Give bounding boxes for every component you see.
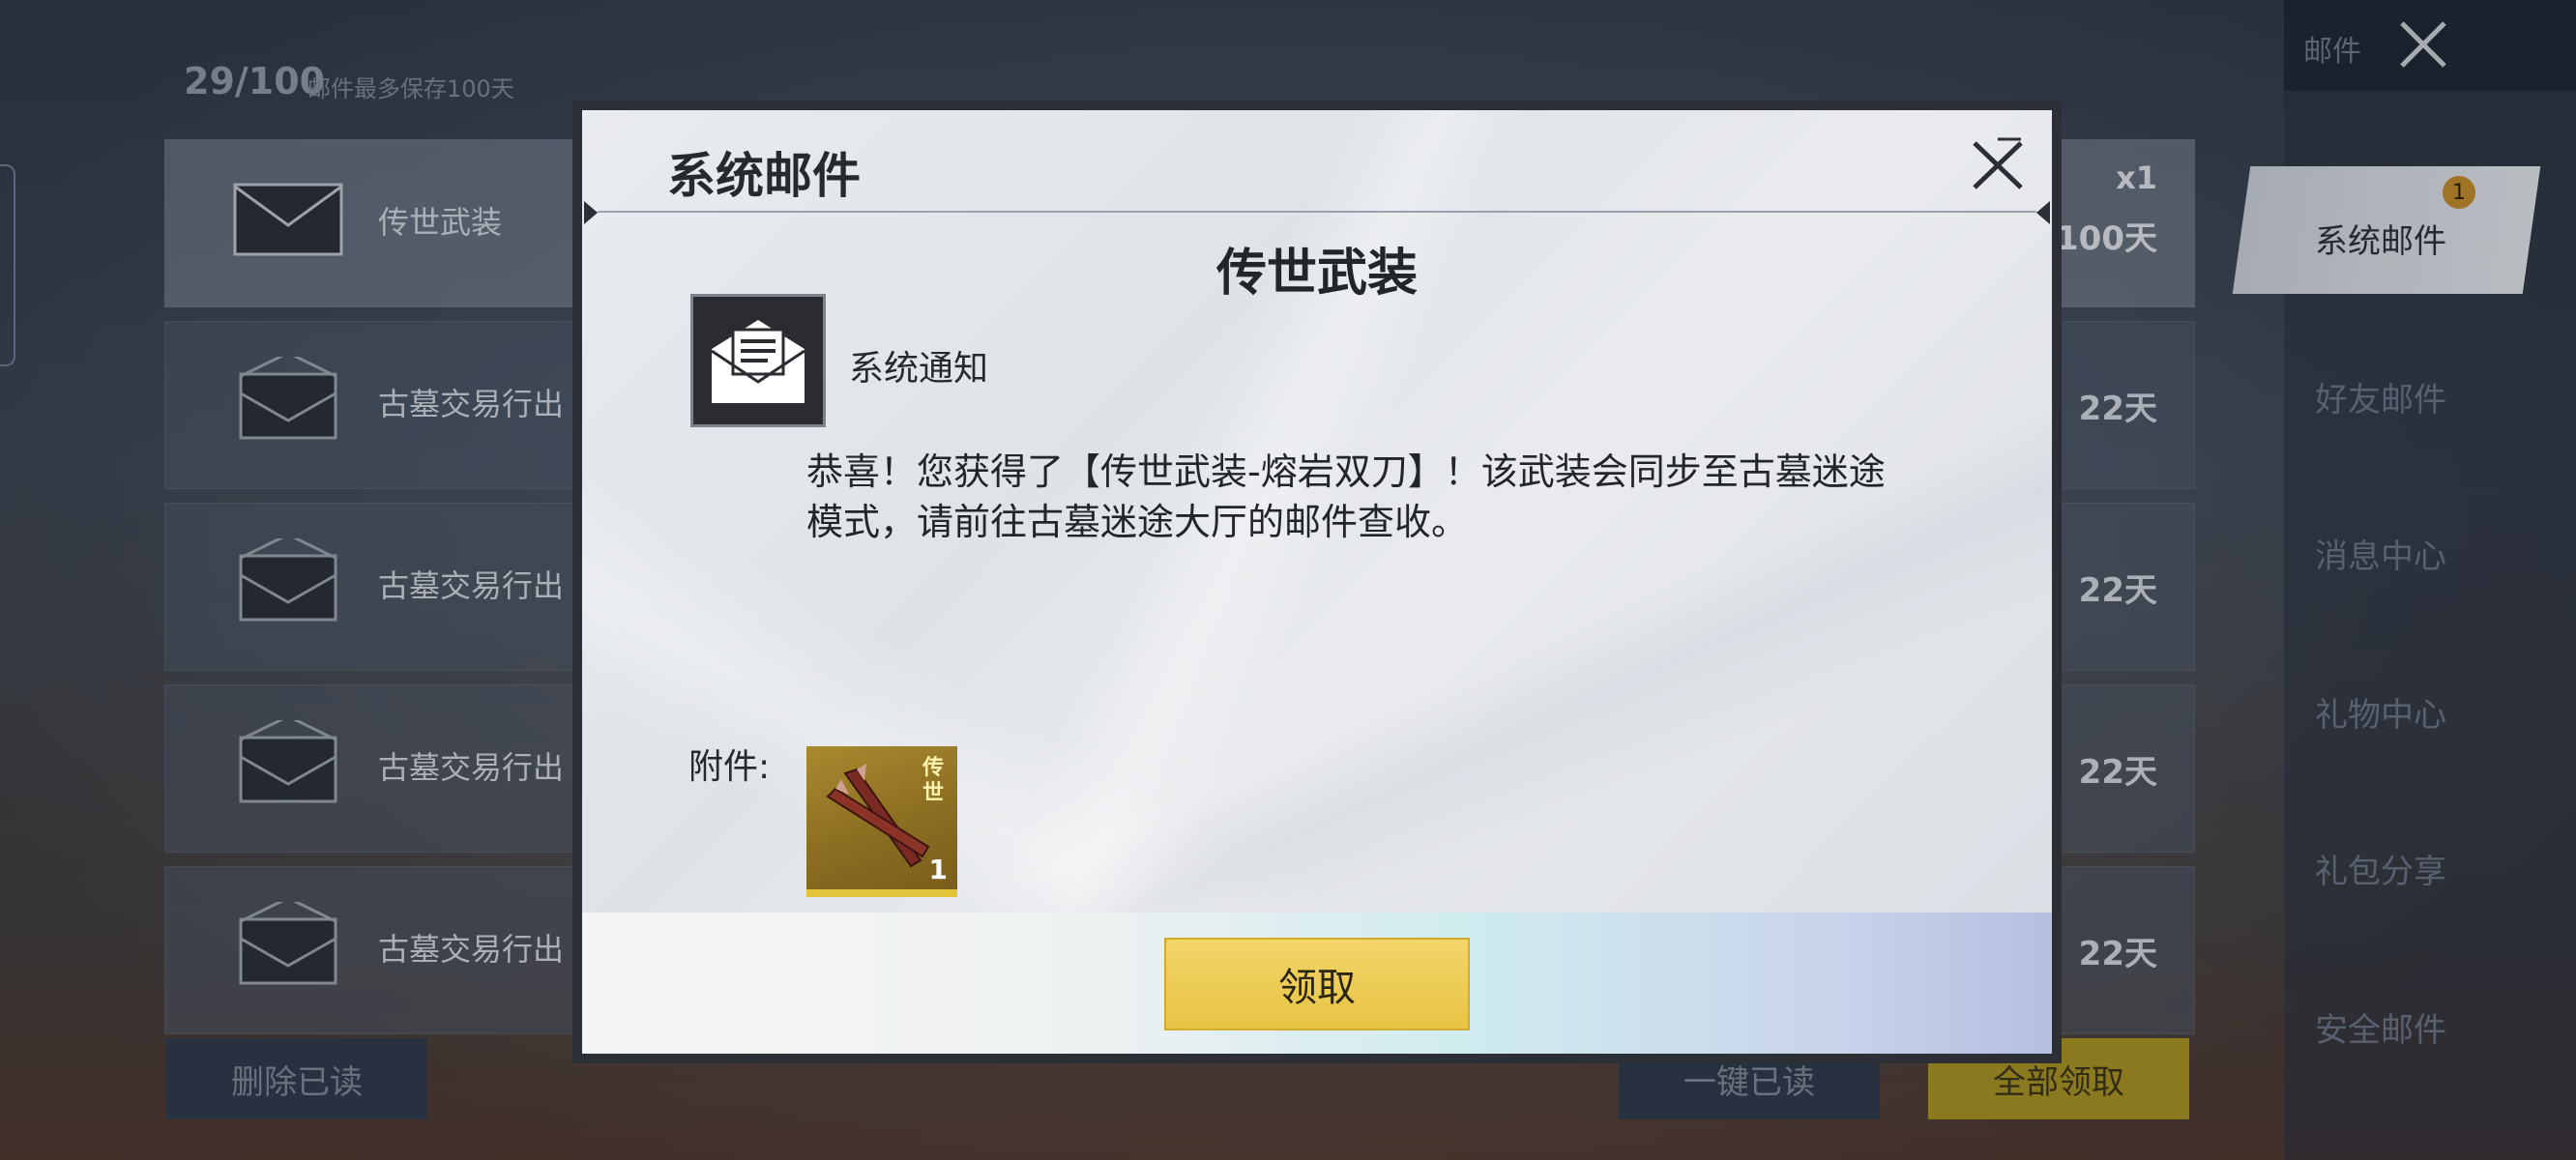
attachment-label: 附件: xyxy=(688,747,771,787)
close-icon[interactable] xyxy=(1969,135,2027,193)
attachment-item[interactable]: 传世 1 xyxy=(806,746,957,897)
header-notch xyxy=(2036,201,2050,224)
mail-detail-panel: 系统邮件 传世武装 系统通知 恭喜！您获得了【传世武装-熔岩双刀】！该武装会同步… xyxy=(582,110,2052,1054)
mail-notification-icon xyxy=(711,320,805,403)
mail-body-line: 恭喜！您获得了【传世武装-熔岩双刀】！该武装会同步至古墓迷途 xyxy=(806,450,1886,493)
dialog-title: 系统邮件 xyxy=(667,148,861,204)
sender-avatar xyxy=(690,294,826,427)
header-notch xyxy=(584,201,598,224)
legendary-tag: 传世 xyxy=(922,756,944,805)
claim-button[interactable]: 领取 xyxy=(1164,938,1470,1030)
header-divider xyxy=(598,211,2036,213)
mail-body: 恭喜！您获得了【传世武装-熔岩双刀】！该武装会同步至古墓迷途 模式，请前往古墓迷… xyxy=(806,447,1996,547)
attachment-quantity: 1 xyxy=(928,854,948,885)
mail-body-line: 模式，请前往古墓迷途大厅的邮件查收。 xyxy=(806,501,1469,543)
mail-detail-dialog: 系统邮件 传世武装 系统通知 恭喜！您获得了【传世武装-熔岩双刀】！该武装会同步… xyxy=(572,101,2062,1063)
sender-name: 系统通知 xyxy=(849,349,989,389)
